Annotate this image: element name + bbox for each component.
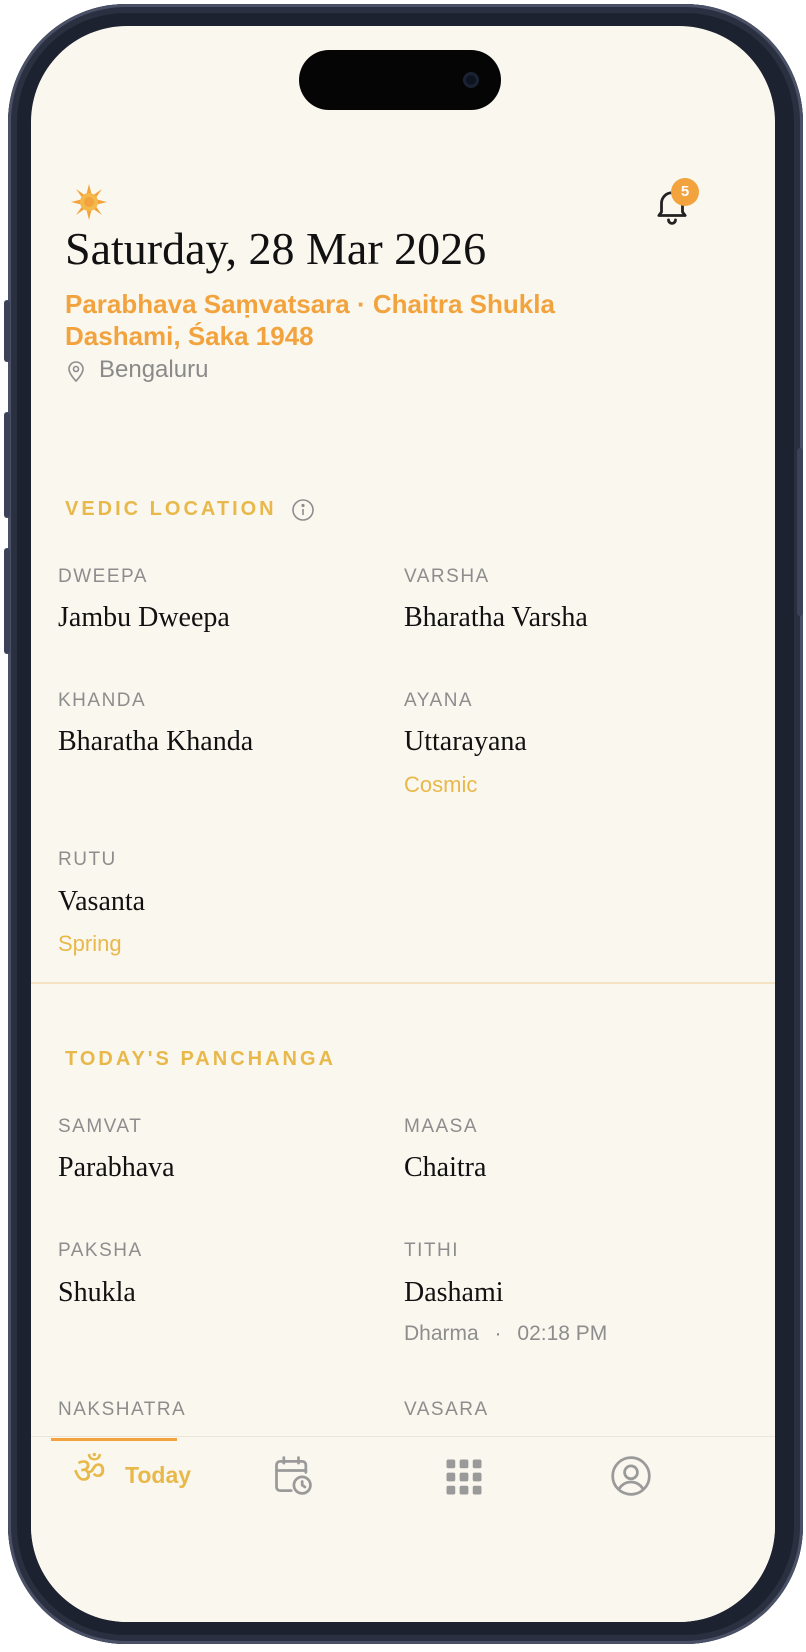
location-label[interactable]: Bengaluru bbox=[99, 356, 208, 384]
volume-up-button bbox=[4, 412, 10, 518]
field-sub-rutu: Spring bbox=[58, 931, 122, 956]
field-label-vasara: VASARA bbox=[404, 1399, 489, 1420]
field-value-khanda: Bharatha Khanda bbox=[58, 726, 254, 757]
field-label-paksha: PAKSHA bbox=[58, 1240, 143, 1261]
field-label-ayana: AYANA bbox=[404, 690, 474, 711]
camera-dot bbox=[463, 72, 479, 88]
active-tab-indicator bbox=[51, 1438, 177, 1441]
section-title-vedic-location: VEDIC LOCATION bbox=[65, 498, 277, 520]
field-value-samvat: Parabhava bbox=[58, 1152, 175, 1183]
notification-badge: 5 bbox=[671, 178, 699, 206]
power-button bbox=[797, 448, 803, 616]
section-title-panchanga: TODAY'S PANCHANGA bbox=[65, 1048, 336, 1070]
om-icon: ॐ bbox=[73, 1451, 106, 1492]
dynamic-island bbox=[299, 50, 501, 110]
location-pin-icon bbox=[68, 361, 84, 383]
field-label-dweepa: DWEEPA bbox=[58, 566, 148, 587]
separator-dot: · bbox=[494, 1322, 502, 1345]
info-icon[interactable] bbox=[291, 498, 315, 522]
tab-apps[interactable] bbox=[443, 1456, 487, 1500]
tithi-nature: Dharma bbox=[404, 1322, 479, 1345]
field-sub-tithi: Dharma · 02:18 PM bbox=[404, 1322, 607, 1346]
tab-calendar[interactable] bbox=[271, 1454, 321, 1504]
tab-today[interactable]: ॐ Today bbox=[61, 1446, 211, 1506]
field-sub-ayana: Cosmic bbox=[404, 772, 478, 797]
field-label-khanda: KHANDA bbox=[58, 690, 147, 711]
field-value-rutu: Vasanta bbox=[58, 886, 146, 917]
field-value-paksha: Shukla bbox=[58, 1277, 136, 1308]
field-value-dweepa: Jambu Dweepa bbox=[58, 602, 230, 633]
field-value-tithi: Dashami bbox=[404, 1277, 504, 1308]
field-label-samvat: SAMVAT bbox=[58, 1116, 143, 1137]
notifications-button[interactable]: 5 bbox=[643, 174, 707, 234]
grid-icon bbox=[446, 1459, 482, 1495]
action-button bbox=[4, 300, 10, 362]
profile-icon bbox=[611, 1456, 651, 1496]
tab-today-label: Today bbox=[125, 1462, 192, 1488]
tab-profile[interactable] bbox=[609, 1454, 655, 1500]
field-label-rutu: RUTU bbox=[58, 849, 117, 870]
field-label-tithi: TITHI bbox=[404, 1240, 459, 1261]
field-value-varsha: Bharatha Varsha bbox=[404, 602, 588, 633]
section-divider bbox=[31, 982, 775, 984]
field-label-maasa: MAASA bbox=[404, 1116, 479, 1137]
app-screen: 5 Saturday, 28 Mar 2026 Parabhava Saṃvat… bbox=[31, 26, 775, 1622]
field-value-ayana: Uttarayana bbox=[404, 726, 527, 757]
samvatsara-subtitle: Parabhava Saṃvatsara · Chaitra Shukla Da… bbox=[65, 289, 555, 351]
tithi-end-time: 02:18 PM bbox=[517, 1322, 608, 1345]
page-title: Saturday, 28 Mar 2026 bbox=[65, 223, 487, 274]
calendar-clock-icon bbox=[275, 1456, 312, 1495]
volume-down-button bbox=[4, 548, 10, 654]
field-label-nakshatra: NAKSHATRA bbox=[58, 1399, 187, 1420]
field-value-maasa: Chaitra bbox=[404, 1152, 487, 1183]
field-label-varsha: VARSHA bbox=[404, 566, 490, 587]
sunburst-icon bbox=[71, 184, 107, 220]
